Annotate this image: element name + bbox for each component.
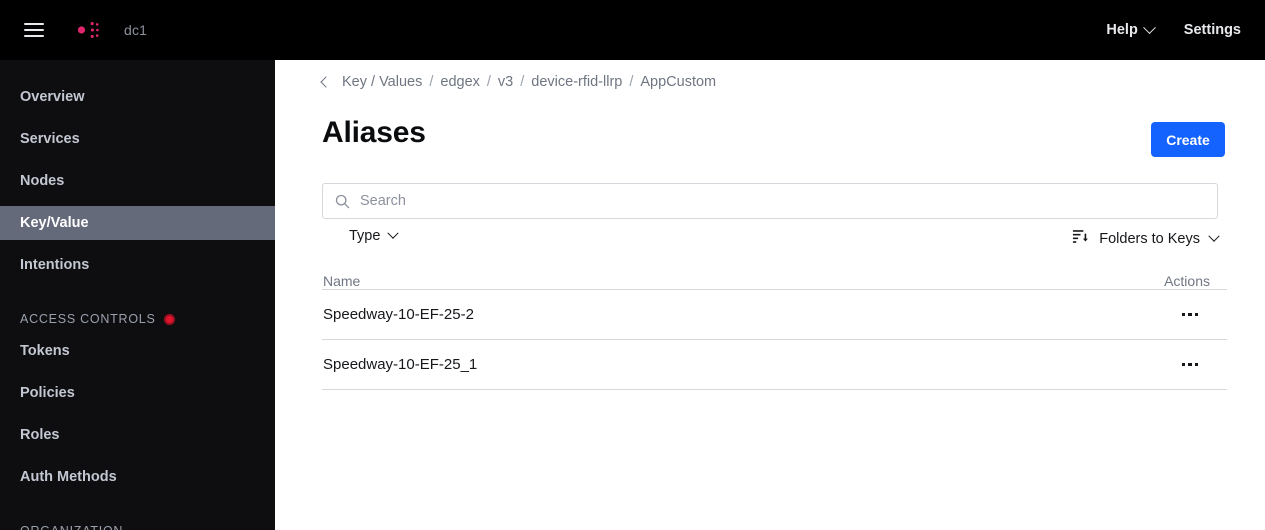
type-filter-label: Type: [349, 228, 381, 244]
hamburger-line: [24, 23, 44, 25]
sidebar-item-policies[interactable]: Policies: [0, 376, 275, 410]
sidebar-item-key-value[interactable]: Key/Value: [0, 206, 275, 240]
consul-ui-window: dc1 Help Settings Overview Services Node…: [0, 0, 1265, 530]
breadcrumb-item-appcustom[interactable]: AppCustom: [640, 74, 716, 90]
sidebar-item-label: Policies: [20, 385, 75, 401]
filter-toolbar: Type Folders to Keys: [322, 227, 1220, 258]
settings-label: Settings: [1183, 22, 1241, 38]
row-actions: [1178, 307, 1227, 323]
type-filter-dropdown[interactable]: Type: [349, 227, 400, 244]
column-header-actions: Actions: [1164, 273, 1210, 289]
settings-link[interactable]: Settings: [1184, 22, 1241, 38]
breadcrumb-item-v3[interactable]: v3: [498, 74, 513, 90]
dot: [1194, 362, 1198, 367]
sidebar-item-label: Tokens: [20, 343, 70, 359]
alert-dot-icon: [163, 313, 175, 325]
top-bar-actions: Help Settings: [1106, 20, 1265, 38]
sidebar-item-nodes[interactable]: Nodes: [0, 164, 275, 198]
sidebar-item-label: Services: [20, 131, 80, 147]
breadcrumb-item-device-rfid-llrp[interactable]: device-rfid-llrp: [531, 74, 622, 90]
more-actions-icon[interactable]: [1178, 307, 1203, 323]
sidebar-section-access-controls: ACCESS CONTROLS: [0, 304, 275, 334]
breadcrumb-separator: /: [520, 74, 525, 90]
sidebar-item-services[interactable]: Services: [0, 122, 275, 156]
breadcrumb: Key / Values / edgex / v3 / device-rfid-…: [320, 74, 716, 90]
table-row[interactable]: Speedway-10-EF-25-2: [322, 290, 1227, 340]
table-header-row: Name Actions: [322, 264, 1227, 290]
page-title: Aliases: [322, 116, 426, 149]
sidebar-item-label: Auth Methods: [20, 469, 117, 485]
sort-dropdown[interactable]: Folders to Keys: [1072, 228, 1220, 249]
aliases-table: Name Actions Speedway-10-EF-25-2 Speedwa…: [322, 264, 1227, 390]
help-menu[interactable]: Help: [1106, 20, 1156, 38]
hamburger-line: [24, 29, 44, 31]
breadcrumb-item-key-values[interactable]: Key / Values: [342, 74, 422, 90]
datacenter-selector[interactable]: dc1: [124, 22, 147, 38]
sort-descending-icon: [1072, 228, 1089, 249]
help-label: Help: [1106, 22, 1138, 38]
main-content: Key / Values / edgex / v3 / device-rfid-…: [275, 60, 1265, 530]
sidebar-section-label: ACCESS CONTROLS: [20, 312, 156, 326]
chevron-down-icon: [387, 227, 400, 239]
sidebar-section-organization: ORGANIZATION: [0, 516, 275, 530]
sidebar-item-tokens[interactable]: Tokens: [0, 334, 275, 368]
more-actions-icon[interactable]: [1178, 357, 1203, 373]
breadcrumb-separator: /: [629, 74, 634, 90]
sidebar-item-label: Overview: [20, 89, 85, 105]
alias-name: Speedway-10-EF-25_1: [323, 356, 478, 373]
chevron-down-icon: [1142, 20, 1156, 34]
dot: [1188, 312, 1192, 317]
sort-label: Folders to Keys: [1099, 230, 1200, 247]
sidebar-item-label: Roles: [20, 427, 60, 443]
dot: [1181, 362, 1185, 367]
search-icon: [335, 194, 350, 209]
breadcrumb-item-edgex[interactable]: edgex: [440, 74, 480, 90]
sidebar-item-overview[interactable]: Overview: [0, 80, 275, 114]
column-header-name: Name: [323, 273, 361, 289]
sidebar-item-label: Intentions: [20, 257, 90, 273]
create-button[interactable]: Create: [1151, 122, 1225, 157]
search-bar[interactable]: [322, 183, 1218, 219]
dot: [1188, 362, 1192, 367]
alias-name: Speedway-10-EF-25-2: [323, 306, 474, 323]
consul-logo[interactable]: [64, 11, 102, 49]
dot: [1194, 312, 1198, 317]
sidebar-item-intentions[interactable]: Intentions: [0, 248, 275, 282]
top-navigation-bar: dc1 Help Settings: [0, 0, 1265, 60]
sidebar-section-label: ORGANIZATION: [20, 524, 123, 530]
hamburger-line: [24, 35, 44, 37]
breadcrumb-separator: /: [429, 74, 434, 90]
sidebar-item-label: Nodes: [20, 173, 65, 189]
hamburger-menu-icon[interactable]: [24, 23, 44, 37]
chevron-left-icon[interactable]: [320, 76, 332, 88]
chevron-down-icon: [1208, 230, 1220, 242]
row-actions: [1178, 357, 1227, 373]
search-input[interactable]: [360, 193, 1217, 209]
table-row[interactable]: Speedway-10-EF-25_1: [322, 340, 1227, 390]
sidebar-item-auth-methods[interactable]: Auth Methods: [0, 460, 275, 494]
dot: [1181, 312, 1185, 317]
breadcrumb-separator: /: [486, 74, 491, 90]
sidebar-navigation: Overview Services Nodes Key/Value Intent…: [0, 60, 275, 530]
sidebar-item-label: Key/Value: [20, 215, 89, 231]
sidebar-item-roles[interactable]: Roles: [0, 418, 275, 452]
